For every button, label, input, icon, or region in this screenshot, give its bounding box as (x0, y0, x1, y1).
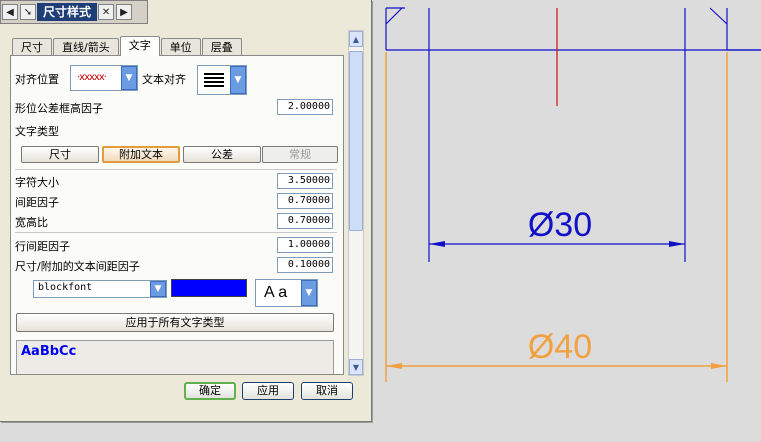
scroll-down-icon[interactable]: ▼ (349, 359, 363, 375)
font-style-value: A a (264, 284, 288, 301)
text-type-tolerance-button[interactable]: 公差 (183, 146, 261, 163)
align-lines-icon (204, 73, 224, 87)
dimension-style-dialog: ◀ ➘ 尺寸样式 ✕ ▶ 尺寸 直线/箭头 文字 单位 层叠 对齐位置 ·xxx… (0, 0, 372, 422)
cancel-button[interactable]: 取消 (301, 382, 353, 400)
tab-units[interactable]: 单位 (160, 38, 201, 56)
scroll-up-icon[interactable]: ▲ (349, 31, 363, 47)
text-align-label: 文本对齐 (142, 73, 186, 86)
text-type-appended-button[interactable]: 附加文本 (102, 146, 180, 163)
text-type-label: 文字类型 (15, 125, 59, 138)
chevron-down-icon[interactable]: ▼ (230, 66, 246, 94)
align-position-label: 对齐位置 (15, 73, 59, 86)
divider (15, 169, 337, 170)
close-icon[interactable]: ✕ (98, 4, 115, 20)
font-style-dropdown[interactable]: A a ▼ (255, 279, 318, 307)
tab-text[interactable]: 文字 (119, 36, 160, 56)
chevron-down-icon[interactable]: ▼ (301, 280, 317, 306)
text-tab-panel: 对齐位置 ·xxxxx· ▼ 文本对齐 ▼ 形位公差框高因子 2.00000 文… (10, 55, 344, 375)
dim-text-spacing-label: 尺寸/附加的文本间距因子 (15, 260, 140, 273)
apply-all-types-button[interactable]: 应用于所有文字类型 (16, 313, 334, 332)
ok-button[interactable]: 确定 (184, 382, 236, 400)
gdt-frame-field[interactable]: 2.00000 (277, 99, 333, 115)
char-size-label: 字符大小 (15, 176, 59, 189)
aspect-ratio-field[interactable]: 0.70000 (277, 213, 333, 229)
dialog-title: 尺寸样式 (37, 3, 98, 21)
chevron-right-icon[interactable]: ▶ (116, 4, 133, 20)
text-type-general-button[interactable]: 常规 (262, 146, 338, 163)
line-spacing-field[interactable]: 1.00000 (277, 237, 333, 253)
preview-text: AaBbCc (21, 344, 77, 359)
aspect-ratio-label: 宽高比 (15, 216, 48, 229)
scrollbar-thumb[interactable] (349, 51, 363, 231)
chevron-left-icon[interactable]: ◀ (2, 4, 18, 20)
spacing-factor-field[interactable]: 0.70000 (277, 193, 333, 209)
chevron-down-icon[interactable]: ▼ (150, 281, 166, 297)
align-position-dropdown[interactable]: ·xxxxx· ▼ (70, 65, 138, 91)
apply-button[interactable]: 应用 (242, 382, 294, 400)
tab-dimension[interactable]: 尺寸 (12, 38, 52, 56)
gdt-frame-label: 形位公差框高因子 (15, 102, 103, 115)
dim-text-spacing-field[interactable]: 0.10000 (277, 257, 333, 273)
char-size-field[interactable]: 3.50000 (277, 173, 333, 189)
panel-scrollbar[interactable]: ▲ ▼ (348, 30, 364, 376)
text-preview-box: AaBbCc (16, 340, 334, 374)
pin-icon[interactable]: ➘ (20, 4, 36, 20)
text-color-swatch[interactable] (171, 279, 247, 297)
tab-line-arrow[interactable]: 直线/箭头 (53, 38, 119, 56)
line-spacing-label: 行间距因子 (15, 240, 70, 253)
font-dropdown[interactable]: blockfont ▼ (33, 280, 167, 298)
font-value: blockfont (38, 282, 93, 293)
spacing-factor-label: 间距因子 (15, 196, 59, 209)
dimension-inner-text: Ø30 (528, 206, 592, 244)
align-position-value: ·xxxxx· (77, 72, 107, 83)
dimension-outer-text: Ø40 (528, 328, 592, 366)
tab-strip: 尺寸 直线/箭头 文字 单位 层叠 (12, 36, 243, 56)
dialog-titlebar: ◀ ➘ 尺寸样式 ✕ ▶ (0, 0, 148, 24)
chevron-down-icon[interactable]: ▼ (121, 66, 137, 90)
tab-layers[interactable]: 层叠 (201, 38, 242, 56)
text-type-dimension-button[interactable]: 尺寸 (21, 146, 99, 163)
divider (15, 232, 337, 233)
text-align-dropdown[interactable]: ▼ (197, 65, 247, 95)
